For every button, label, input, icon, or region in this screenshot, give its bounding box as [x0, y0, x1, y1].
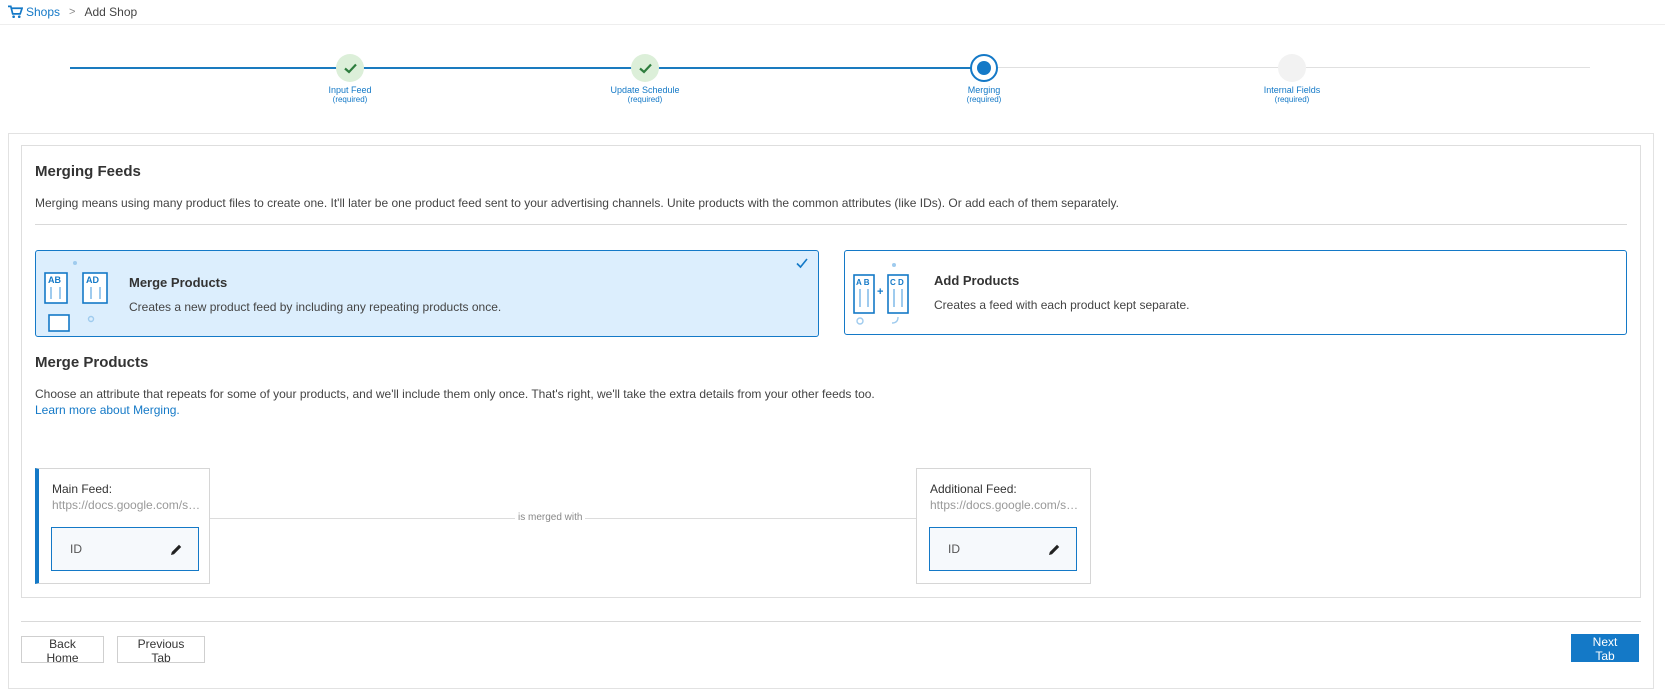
- step-sublabel: (required): [966, 95, 1002, 104]
- option-title: Merge Products: [129, 275, 228, 290]
- additional-feed-label: Additional Feed:: [930, 482, 1017, 496]
- main-feed-url: https://docs.google.com/spreadsheets: [52, 498, 202, 512]
- merge-products-option[interactable]: AB AD Merge Products Creates a new produ…: [35, 250, 819, 337]
- additional-feed-url: https://docs.google.com/spreadsheets: [930, 498, 1080, 512]
- svg-text:AD: AD: [86, 275, 99, 285]
- pencil-icon[interactable]: [170, 543, 183, 556]
- merge-puzzle-icon: AB AD: [44, 261, 108, 332]
- step-complete-marker: [336, 54, 364, 82]
- merging-description: Merging means using many product files t…: [35, 196, 1119, 210]
- selected-check-icon: [796, 258, 808, 269]
- attribute-value: ID: [948, 542, 960, 556]
- pencil-icon[interactable]: [1048, 543, 1061, 556]
- step-complete-marker: [631, 54, 659, 82]
- step-label: Merging: [967, 85, 1001, 95]
- additional-feed-card: Additional Feed: https://docs.google.com…: [916, 468, 1091, 584]
- step-label: Input Feed: [328, 85, 372, 95]
- breadcrumb: Shops > Add Shop: [8, 3, 137, 21]
- step-active-marker: [970, 54, 998, 82]
- stepper-line-completed: [70, 67, 985, 69]
- step-internal-fields[interactable]: Internal Fields (required): [1232, 54, 1352, 105]
- step-pending-marker: [1278, 54, 1306, 82]
- main-feed-label: Main Feed:: [52, 482, 113, 496]
- main-feed-card: Main Feed: https://docs.google.com/sprea…: [35, 468, 210, 584]
- checkmark-icon: [638, 63, 652, 74]
- step-sublabel: (required): [332, 95, 368, 104]
- merging-title: Merging Feeds: [35, 163, 141, 180]
- merge-products-title: Merge Products: [35, 354, 149, 371]
- add-products-option[interactable]: A B + C D Add Products Creates a feed wi…: [844, 250, 1627, 335]
- option-description: Creates a new product feed by including …: [129, 300, 502, 314]
- merge-connector-label: is merged with: [515, 512, 586, 523]
- svg-text:AB: AB: [48, 275, 61, 285]
- header-divider: [0, 24, 1665, 25]
- learn-more-link[interactable]: Learn more about Merging.: [35, 403, 180, 417]
- breadcrumb-separator: >: [69, 6, 76, 18]
- svg-text:A B: A B: [856, 278, 870, 287]
- next-tab-button[interactable]: Next Tab: [1571, 634, 1639, 663]
- attribute-value: ID: [70, 542, 82, 556]
- svg-text:C D: C D: [890, 278, 904, 287]
- previous-tab-button[interactable]: Previous Tab: [117, 636, 205, 665]
- step-label: Update Schedule: [610, 85, 680, 95]
- active-dot-icon: [977, 61, 991, 75]
- footer-divider: [21, 621, 1641, 622]
- step-label: Internal Fields: [1263, 85, 1321, 95]
- step-update-schedule[interactable]: Update Schedule (required): [585, 54, 705, 105]
- cart-icon: [8, 5, 23, 18]
- additional-feed-attribute-field[interactable]: ID: [929, 527, 1077, 571]
- checkmark-icon: [343, 63, 357, 74]
- option-description: Creates a feed with each product kept se…: [934, 298, 1190, 312]
- back-home-button[interactable]: Back Home: [21, 636, 104, 665]
- step-input-feed[interactable]: Input Feed (required): [290, 54, 410, 105]
- step-merging[interactable]: Merging (required): [924, 54, 1044, 105]
- section-divider: [35, 224, 1627, 225]
- svg-text:+: +: [877, 286, 883, 298]
- breadcrumb-current: Add Shop: [84, 5, 138, 19]
- add-feeds-icon: A B + C D: [853, 263, 909, 325]
- breadcrumb-shops-link[interactable]: Shops: [26, 5, 60, 19]
- merging-panel: [21, 145, 1641, 598]
- main-feed-attribute-field[interactable]: ID: [51, 527, 199, 571]
- step-sublabel: (required): [627, 95, 663, 104]
- option-title: Add Products: [934, 273, 1020, 288]
- merge-products-description: Choose an attribute that repeats for som…: [35, 387, 875, 401]
- step-sublabel: (required): [1274, 95, 1310, 104]
- progress-stepper: Input Feed (required) Update Schedule (r…: [0, 50, 1665, 110]
